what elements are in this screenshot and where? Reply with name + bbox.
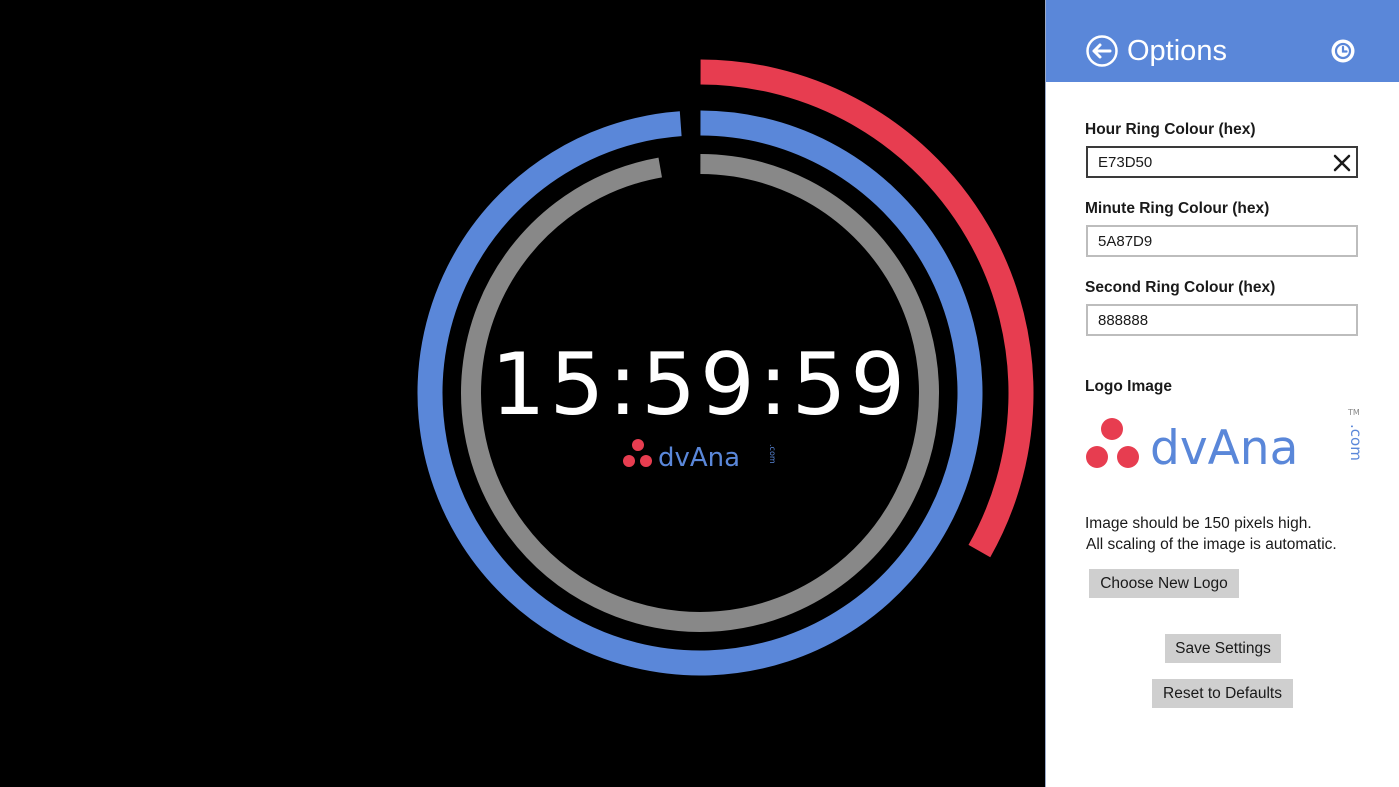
- clock-icon[interactable]: [1330, 38, 1356, 64]
- minute-ring-input[interactable]: [1086, 225, 1358, 257]
- options-panel: Options Hour Ring Colour (hex) Minute Ri…: [1045, 0, 1399, 787]
- logo-wordmark: dvAna: [658, 443, 740, 473]
- second-ring-label: Second Ring Colour (hex): [1085, 279, 1276, 296]
- minute-ring-label: Minute Ring Colour (hex): [1085, 200, 1270, 217]
- logo-suffix: .com: [1347, 424, 1365, 461]
- logo-dots: [623, 439, 652, 467]
- choose-logo-button[interactable]: Choose New Logo: [1089, 569, 1239, 598]
- save-settings-button[interactable]: Save Settings: [1165, 634, 1281, 663]
- hour-ring-input[interactable]: [1086, 146, 1358, 178]
- logo-help-line-2: All scaling of the image is automatic.: [1086, 536, 1337, 553]
- logo-wordmark: dvAna: [1150, 421, 1298, 476]
- second-ring-input[interactable]: [1086, 304, 1358, 336]
- hour-ring: [700, 59, 1034, 558]
- page-title: Options: [1127, 35, 1227, 67]
- logo-help-line-1: Image should be 150 pixels high.: [1085, 515, 1312, 532]
- clock-logo: dvAna .com: [623, 439, 777, 473]
- logo-dots: [1086, 418, 1139, 468]
- logo-preview-image: dvAna TM .com: [1086, 408, 1365, 476]
- back-arrow-icon[interactable]: [1085, 34, 1119, 68]
- logo-suffix: .com: [768, 444, 777, 464]
- reset-defaults-button[interactable]: Reset to Defaults: [1152, 679, 1293, 708]
- clock-display: 15:59:59 dvAna .com: [0, 0, 1045, 787]
- logo-image-label: Logo Image: [1085, 378, 1172, 395]
- logo-trademark: TM: [1347, 408, 1360, 417]
- clock-time-text: 15:59:59: [490, 335, 910, 435]
- hour-ring-label: Hour Ring Colour (hex): [1085, 121, 1256, 138]
- clear-input-icon[interactable]: [1331, 152, 1353, 174]
- options-header: Options: [1046, 0, 1399, 82]
